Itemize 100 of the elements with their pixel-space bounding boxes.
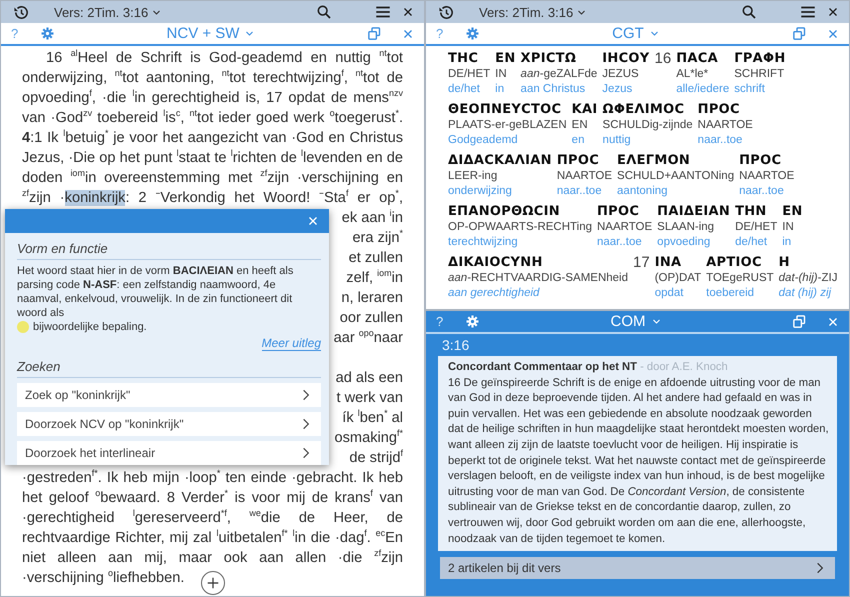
greek-word[interactable]: ΠΡΟϹ: [739, 152, 794, 169]
history-icon[interactable]: [438, 4, 455, 20]
search-option[interactable]: Zoek op "koninkrijk": [17, 383, 321, 407]
search-icon[interactable]: [316, 4, 332, 20]
greek-word[interactable]: Η: [778, 254, 838, 271]
word-translation: opdat: [654, 286, 684, 301]
verse-text: era zijn$^{*}$: [352, 228, 403, 248]
chevron-down-icon[interactable]: [245, 29, 254, 38]
word-translation: naar..toe: [596, 235, 643, 250]
word-gloss: NAARTOE: [596, 220, 652, 235]
greek-word[interactable]: ΠΡΟϹ: [698, 101, 753, 118]
description-text: bijwoordelijke bepaling.: [33, 320, 147, 334]
verse-selector[interactable]: Vers: 2Tim. 3:16: [479, 4, 586, 20]
close-icon[interactable]: [827, 6, 839, 18]
copy-icon[interactable]: [792, 314, 807, 329]
word-gloss: NAARTOE: [556, 169, 612, 184]
word-translation: onderwijzing: [448, 184, 513, 199]
copy-icon[interactable]: [792, 26, 807, 41]
word-gloss: aan-RECHTVAARDIG-SAMENheid: [448, 271, 628, 286]
word-translation: de/het: [735, 235, 768, 250]
add-button[interactable]: [201, 571, 225, 595]
greek-word[interactable]: ΕΝ: [495, 50, 516, 67]
search-option[interactable]: Doorzoek het interlineair: [17, 441, 321, 465]
search-icon[interactable]: [741, 4, 757, 20]
word-translation: naar..toe: [739, 184, 785, 199]
close-icon[interactable]: [402, 6, 414, 18]
greek-word[interactable]: ΙΝΑ: [654, 254, 702, 271]
verse-text: zelf, $^{iom}$in: [346, 268, 403, 288]
commentary-title: Concordant Commentaar op het NT: [448, 361, 637, 373]
articles-link[interactable]: 2 artikelen bij dit vers: [440, 557, 835, 580]
greek-word[interactable]: ΤΗϹ: [448, 50, 490, 67]
word-gloss: PLAATS-er-geBLAZEN: [448, 118, 567, 133]
verse-number: 17: [633, 254, 650, 273]
greek-word[interactable]: ΚΑΙ: [572, 101, 598, 118]
word-translation: schrift: [734, 82, 766, 97]
word-translation: aan gerechtigheid: [448, 286, 541, 301]
verse-text: opvoeding$^{f}$, ·die $^{l}$in gerechtigheid is, 17 opdat de mens$^{nzv}$: [22, 88, 403, 108]
verse-text: ad als een: [336, 369, 403, 388]
chevron-down-icon[interactable]: [652, 317, 660, 326]
plus-icon: [206, 576, 220, 590]
verse-text: $^{zf}$zijn ·koninkrijk: 2 ⁻Verkondig het Woord! ⁻Sta$^{f}$ er op$^{*}$,: [22, 188, 403, 208]
section-heading: Vorm en functie: [17, 237, 321, 260]
translation-selector[interactable]: COM: [610, 313, 660, 330]
greek-word[interactable]: ΔΙΔΑϹΚΑΛΙΑΝ: [448, 152, 552, 169]
greek-word[interactable]: ΤΗΝ: [735, 203, 778, 220]
greek-word[interactable]: ΑΡΤΙΟϹ: [706, 254, 774, 271]
word-translation: alle/iedere: [676, 82, 730, 97]
verse-text: ·verschijning $^{o}$liefhebben.: [22, 568, 184, 588]
verse-number: 16: [654, 50, 672, 69]
word-translation: en: [572, 133, 586, 148]
greek-word[interactable]: ΩΦΕΛΙΜΟϹ: [602, 101, 693, 118]
verse-selector[interactable]: Vers: 2Tim. 3:16: [54, 4, 162, 20]
greek-word[interactable]: ΠΑϹΑ: [676, 50, 730, 67]
word-gloss: JEZUS: [602, 67, 640, 82]
verse-text: oor zullen: [340, 309, 403, 328]
word-translation: aan Christus: [520, 82, 586, 97]
greek-word[interactable]: ΘΕΟΠΝΕΥϹΤΟϹ: [448, 101, 567, 118]
chevron-down-icon[interactable]: [152, 8, 162, 16]
word-gloss: LEER-ing: [448, 169, 498, 184]
greek-word[interactable]: ΕΝ: [782, 203, 803, 220]
word-gloss: dat-(hij)-ZIJ: [778, 271, 838, 286]
verse-text: Jezus, ·Die op het punt $^{l}$staat te $^{l}$richten de $^{l}$levenden en de: [22, 148, 403, 168]
greek-word[interactable]: ΠΑΙΔΕΙΑΝ: [657, 203, 730, 220]
word-translation: opvoeding: [657, 235, 712, 250]
greek-word[interactable]: ΧΡΙϹΤΩ: [520, 50, 598, 67]
word-translation: in: [782, 235, 792, 250]
greek-word[interactable]: ΙΗϹΟΥ: [602, 50, 650, 67]
word-gloss: SLAAN-ing: [657, 220, 716, 235]
verse-text: n, leraren: [341, 289, 403, 308]
word-gloss: aan-geZALFde: [520, 67, 598, 82]
verse-reference: 3:16: [441, 336, 470, 355]
verse-text: doden $^{iom}$in overeenstemming met $^{zf}$zijn ·verschijning en: [22, 168, 403, 188]
greek-word[interactable]: ΠΡΟϹ: [556, 152, 612, 169]
settings-icon[interactable]: [41, 27, 54, 40]
greek-word[interactable]: ΔΙΚΑΙΟϹΥΝΗ: [448, 254, 628, 271]
word-gloss: (OP)DAT: [654, 271, 702, 286]
greek-word[interactable]: ΕΠΑΝΟΡΘΩϹΙΝ: [448, 203, 592, 220]
word-gloss: DE/HET: [735, 220, 778, 235]
word-gloss: DE/HET: [448, 67, 490, 82]
greek-word[interactable]: ΠΡΟϹ: [596, 203, 652, 220]
verse-text: ek aan $^{i}$in: [342, 208, 403, 228]
word-translation: dat (hij) zij: [778, 286, 832, 301]
greek-word[interactable]: ΕΛΕΓΜΟΝ: [617, 152, 734, 169]
commentary-author: - door A.E. Knoch: [640, 361, 728, 373]
word-gloss: AL*le*: [676, 67, 710, 82]
greek-word[interactable]: ΓΡΑΦΗ: [734, 50, 786, 67]
word-gloss: SCHULDig-zijnde: [602, 118, 693, 133]
settings-icon[interactable]: [466, 27, 479, 40]
history-icon[interactable]: [13, 4, 30, 20]
verse-text: onderwijzing, $^{nt}$tot aantoning, $^{nt}$tot terechtwijzing$^{f}$, $^{nt}$tot de: [22, 68, 403, 88]
verse-text: rechtvaardige Richter, mij zal $^{l}$uitbetalen$^{f*}$ $^{l}$in die ·dag$^{f}$. $^{ec}$En: [22, 528, 403, 548]
chevron-down-icon[interactable]: [650, 29, 659, 38]
search-option[interactable]: Doorzoek NCV op "koninkrijk": [17, 412, 321, 436]
dot-icon: [17, 321, 29, 333]
commentary-text: 16 De geïnspireerde Schrift is de enige en afdoende uitrusting voor de man van God in deze beproevende tijden. Al het andere had gefaald en was in puin vervallen. Het was een gebiedende en absolute noodzaak geworden dat de heilige schriften in hun maagdelijke staat herontdekt moesten worden, want alleen zij zijn de laatste toevlucht voor de heiligen. Hij inspiratie is beperkt tot de originele tekst. Wat het nauwste contact met de geïnspireerde verslagen belooft, en de veiligste index van hun inhoud, is de best mogelijke uitrusting voor de man van God. De Concordant Version, de consistente sublineair van de Griekse tekst en de concordantie daarop, zullen, zo vertrouwen wij, door God gebruikt worden om aan die ene, allerhoogste, noodzaak van de tijden tegemoet te komen.: [448, 376, 829, 547]
copy-icon[interactable]: [367, 26, 382, 41]
verse-text: het geloof $^{o}$bewaard. 8 Verder$^{*}$ is voor mij de krans$^{f}$ van: [22, 488, 403, 508]
verse-text: niet alleen aan mij, maar ook aan allen ·die $^{zf}$zijn: [22, 548, 403, 568]
chevron-down-icon[interactable]: [577, 8, 586, 16]
word-translation: aantoning: [617, 184, 669, 199]
